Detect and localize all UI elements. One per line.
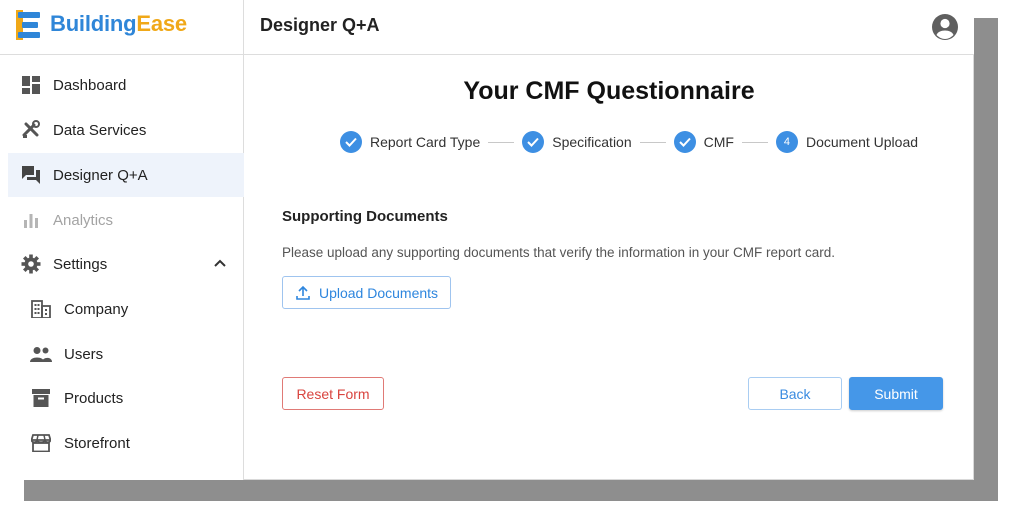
upload-documents-label: Upload Documents bbox=[318, 284, 439, 301]
check-icon bbox=[673, 131, 696, 153]
dashboard-icon bbox=[20, 74, 42, 96]
sidebar-item-analytics[interactable]: Analytics bbox=[8, 198, 244, 242]
page-title: Designer Q+A bbox=[260, 15, 380, 35]
step-label: CMF bbox=[703, 134, 734, 150]
step-connector bbox=[741, 141, 768, 143]
step-specification[interactable]: Specification bbox=[522, 131, 632, 153]
gear-icon bbox=[20, 253, 42, 275]
top-bar: Designer Q+A bbox=[244, 0, 974, 55]
step-label: Specification bbox=[552, 134, 632, 150]
sidebar-item-label: Settings bbox=[53, 255, 108, 273]
sidebar-item-label: Analytics bbox=[53, 211, 114, 229]
users-icon bbox=[30, 343, 52, 365]
sidebar-item-company[interactable]: Company bbox=[8, 287, 244, 331]
main-content: Your CMF Questionnaire Report Card Type … bbox=[244, 55, 974, 480]
check-icon bbox=[340, 131, 362, 153]
section-title: Supporting Documents bbox=[282, 208, 448, 225]
sidebar-item-users[interactable]: Users bbox=[8, 332, 244, 376]
sidebar-item-label: Designer Q+A bbox=[53, 166, 148, 184]
sidebar-item-label: Products bbox=[64, 389, 124, 407]
submit-button[interactable]: Submit bbox=[849, 377, 943, 410]
step-label: Document Upload bbox=[805, 134, 919, 150]
account-circle-icon[interactable] bbox=[930, 12, 960, 42]
sidebar-item-label: Storefront bbox=[64, 434, 130, 452]
sidebar-item-label: Data Services bbox=[53, 121, 147, 139]
sidebar-item-label: Dashboard bbox=[53, 76, 127, 94]
sidebar-item-products[interactable]: Products bbox=[8, 376, 244, 420]
archive-icon bbox=[30, 387, 52, 409]
step-report-card-type[interactable]: Report Card Type bbox=[340, 131, 480, 153]
chevron-up-icon[interactable] bbox=[212, 255, 228, 271]
brand-name[interactable]: BuildingEase bbox=[50, 11, 187, 37]
brand-header: BuildingEase bbox=[0, 0, 244, 55]
window-shadow-bottom bbox=[24, 480, 998, 501]
stepper: Report Card Type Specification CMF 4 Doc… bbox=[340, 130, 918, 154]
step-cmf[interactable]: CMF bbox=[673, 131, 734, 153]
step-connector bbox=[639, 141, 666, 143]
window-shadow-right bbox=[974, 18, 998, 500]
storefront-icon bbox=[30, 432, 52, 454]
sidebar-item-storefront[interactable]: Storefront bbox=[8, 421, 244, 465]
app-window: BuildingEase Dashboard Data Services Des… bbox=[0, 0, 974, 480]
check-icon bbox=[522, 131, 545, 153]
step-number: 4 bbox=[775, 131, 798, 153]
section-description: Please upload any supporting documents t… bbox=[282, 245, 836, 260]
forum-icon bbox=[20, 164, 42, 186]
reset-form-button[interactable]: Reset Form bbox=[282, 377, 384, 410]
step-document-upload[interactable]: 4 Document Upload bbox=[775, 131, 919, 153]
sidebar-item-designer-qa[interactable]: Designer Q+A bbox=[8, 153, 244, 197]
bar-chart-icon bbox=[20, 209, 42, 231]
sidebar-item-data-services[interactable]: Data Services bbox=[8, 108, 244, 152]
questionnaire-title: Your CMF Questionnaire bbox=[463, 77, 755, 105]
sidebar-item-label: Users bbox=[64, 345, 104, 363]
step-connector bbox=[488, 141, 515, 143]
sidebar-item-settings[interactable]: Settings bbox=[8, 242, 244, 286]
brand-name-part2: Ease bbox=[136, 11, 187, 36]
upload-icon bbox=[296, 285, 310, 300]
back-button[interactable]: Back bbox=[748, 377, 842, 410]
brand-name-part1: Building bbox=[50, 11, 137, 36]
step-label: Report Card Type bbox=[370, 134, 481, 150]
tools-icon bbox=[20, 119, 42, 141]
sidebar: BuildingEase Dashboard Data Services Des… bbox=[0, 0, 244, 480]
upload-documents-button[interactable]: Upload Documents bbox=[282, 276, 451, 309]
logo-icon bbox=[16, 10, 40, 40]
sidebar-item-dashboard[interactable]: Dashboard bbox=[8, 63, 244, 107]
building-icon bbox=[30, 298, 52, 320]
sidebar-item-label: Company bbox=[64, 300, 129, 318]
